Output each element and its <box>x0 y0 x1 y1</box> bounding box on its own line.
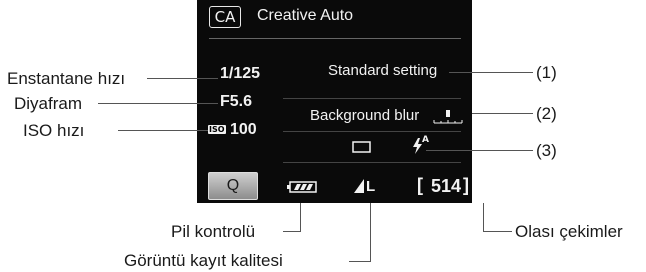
leader-ref2 <box>472 113 533 114</box>
quick-control-button[interactable]: Q <box>208 172 258 200</box>
callout-shutter-speed: Enstantane hızı <box>7 69 126 88</box>
leader-battery-v <box>300 203 301 231</box>
jpeg-fine-quality-icon <box>354 179 364 193</box>
shots-left-bracket: [ <box>417 175 423 195</box>
leader-battery-h <box>283 231 301 232</box>
aperture-value: F5.6 <box>220 93 253 110</box>
leader-aperture <box>98 103 218 104</box>
mode-title: Creative Auto <box>257 7 354 24</box>
leader-shots-h <box>483 231 512 232</box>
ambience-setting[interactable]: Standard setting <box>328 62 437 79</box>
callout-ref3: (3) <box>536 141 557 160</box>
divider-top <box>209 38 461 39</box>
iso-value: 100 <box>230 121 257 138</box>
iso-badge: ISO <box>208 125 226 134</box>
leader-ref3 <box>426 150 533 151</box>
divider-3 <box>283 162 461 163</box>
divider-2 <box>283 131 461 132</box>
camera-lcd-screen: CA Creative Auto 1/125 F5.6 ISO 100 Stan… <box>197 0 472 203</box>
leader-ref1 <box>449 72 533 73</box>
leader-iso <box>118 130 208 131</box>
callout-ref1: (1) <box>536 63 557 82</box>
leader-quality-h <box>349 261 371 262</box>
shots-right-bracket: ] <box>463 175 469 195</box>
leader-quality-v <box>370 203 371 262</box>
quality-size-letter: L <box>366 178 376 195</box>
flash-auto-mark: A <box>422 135 429 145</box>
leader-shots-v <box>483 203 484 231</box>
shutter-speed-value: 1/125 <box>220 65 261 82</box>
single-shooting-icon[interactable] <box>351 140 373 154</box>
callout-aperture: Diyafram <box>14 94 83 113</box>
callout-shots: Olası çekimler <box>515 222 623 241</box>
battery-full-icon <box>287 181 317 193</box>
background-blur-label[interactable]: Background blur <box>310 107 419 124</box>
blur-slider-icon[interactable] <box>433 108 463 126</box>
callout-ref2: (2) <box>536 104 557 123</box>
leader-shutter-speed <box>147 78 218 79</box>
creative-auto-mode-badge: CA <box>209 6 241 28</box>
callout-battery: Pil kontrolü <box>171 222 256 241</box>
callout-quality: Görüntü kayıt kalitesi <box>124 251 283 270</box>
divider-1 <box>283 98 461 99</box>
callout-iso: ISO hızı <box>23 121 85 140</box>
shots-remaining-value: 514 <box>431 176 462 196</box>
